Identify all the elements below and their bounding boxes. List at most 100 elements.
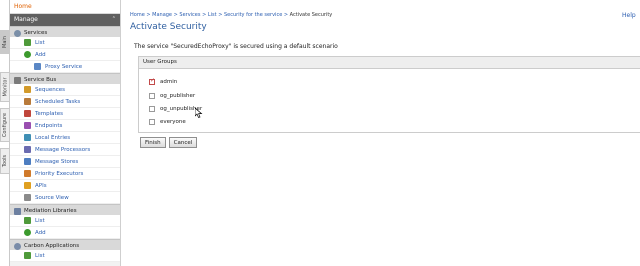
nav-item-templates[interactable]: Templates [10,108,120,120]
nav-item-label: List [35,217,45,224]
side-tabs: Main Monitor Configure Tools [0,0,10,266]
apis-icon [24,182,31,189]
breadcrumb-manage[interactable]: Manage [152,12,172,18]
nav-section-carbon-applications[interactable]: Carbon Applications [10,239,120,250]
user-groups-panel: User Groups admin og_publisher og_unpubl… [138,56,640,133]
nav-item-label: List [35,252,45,259]
nav-item-label: Templates [35,110,63,117]
nav-item-libraries-list[interactable]: List [10,215,120,227]
breadcrumb-list[interactable]: List [208,12,217,18]
message-stores-icon [24,158,31,165]
nav-item-sequences[interactable]: Sequences [10,84,120,96]
templates-icon [24,110,31,117]
nav-manage-header[interactable]: Manage ⌃ [10,14,120,26]
nav-item-apis[interactable]: APIs [10,180,120,192]
nav-item-priority-executors[interactable]: Priority Executors [10,168,120,180]
collapse-icon[interactable]: ⌃ [112,16,120,26]
nav-item-label: Sequences [35,86,65,93]
side-tab-monitor[interactable]: Monitor [0,72,10,102]
nav-item-scheduled-tasks[interactable]: Scheduled Tasks [10,96,120,108]
nav-item-carbon-list[interactable]: List [10,250,120,262]
nav-item-label: Add [35,229,46,236]
nav-item-services-list[interactable]: List [10,37,120,49]
checkbox-admin[interactable] [149,77,155,85]
finish-button[interactable]: Finish [140,137,166,148]
side-tab-tools[interactable]: Tools [0,148,10,174]
security-notice: The service "SecuredEchoProxy" is secure… [134,43,338,50]
nav-item-services-add[interactable]: Add [10,49,120,61]
checkbox-og-publisher[interactable] [149,93,155,99]
nav-home-link[interactable]: Home [10,0,120,14]
checkbox-og-unpublisher[interactable] [149,106,155,112]
priority-executors-icon [24,170,31,177]
sequences-icon [24,86,31,93]
side-tab-label: Configure [2,112,9,138]
side-tab-main[interactable]: Main [0,30,10,54]
nav-item-label: Local Entries [35,134,71,141]
carbon-applications-icon [14,242,21,250]
nav-section-label: Mediation Libraries [24,208,77,214]
user-group-label: og_publisher [160,93,196,99]
service-bus-icon [14,76,21,84]
nav-section-label: Service Bus [24,77,57,83]
checkbox-everyone[interactable] [149,119,155,125]
cancel-button[interactable]: Cancel [168,137,198,148]
side-tab-configure[interactable]: Configure [0,108,10,142]
nav-item-message-stores[interactable]: Message Stores [10,156,120,168]
services-gear-icon [14,29,21,37]
user-group-label: everyone [160,119,186,125]
nav-item-label: Message Processors [35,146,91,153]
nav-item-label: Add [35,51,46,58]
nav-item-label: List [35,39,45,46]
help-link[interactable]: Help [622,12,636,19]
nav-section-label: Carbon Applications [24,243,80,249]
nav-item-local-entries[interactable]: Local Entries [10,132,120,144]
main-content: Home > Manage > Services > List > Securi… [121,0,640,266]
app-window: Main Monitor Configure Tools Home Manage… [0,0,640,266]
left-navigation: Home Manage ⌃ Services List Add Proxy Se… [10,0,121,266]
nav-item-label: Message Stores [35,158,79,165]
add-icon [24,229,31,236]
page-title: Activate Security [130,22,207,32]
nav-item-libraries-add[interactable]: Add [10,227,120,239]
nav-section-service-bus[interactable]: Service Bus [10,73,120,84]
nav-section-mediation-libraries[interactable]: Mediation Libraries [10,204,120,215]
nav-item-source-view[interactable]: Source View [10,192,120,204]
mediation-libraries-icon [14,207,21,215]
list-icon [24,217,31,224]
user-group-row[interactable]: admin [149,77,178,85]
breadcrumb-security[interactable]: Security for the service [224,12,282,18]
side-tab-label: Tools [2,154,9,168]
user-groups-heading: User Groups [139,57,640,69]
mouse-cursor-icon [195,108,203,118]
scheduled-tasks-icon [24,98,31,105]
proxy-service-icon [34,63,41,70]
nav-item-proxy-service[interactable]: Proxy Service [10,61,120,73]
nav-item-label: Source View [35,194,69,201]
endpoints-icon [24,122,31,129]
nav-item-label: APIs [35,182,47,189]
list-icon [24,252,31,259]
user-group-label: admin [160,79,178,85]
user-group-row[interactable]: og_publisher [149,93,195,99]
breadcrumb-services[interactable]: Services [179,12,200,18]
nav-item-message-processors[interactable]: Message Processors [10,144,120,156]
side-tab-label: Monitor [2,77,9,97]
message-processors-icon [24,146,31,153]
nav-section-label: Services [24,30,48,36]
nav-section-services[interactable]: Services [10,26,120,37]
nav-item-endpoints[interactable]: Endpoints [10,120,120,132]
breadcrumb-home[interactable]: Home [130,12,145,18]
source-view-icon [24,194,31,201]
breadcrumb-current: Activate Security [289,12,333,18]
user-group-row[interactable]: everyone [149,119,186,125]
nav-manage-label: Manage [14,16,38,23]
add-icon [24,51,31,58]
nav-item-label: Scheduled Tasks [35,98,81,105]
list-icon [24,39,31,46]
breadcrumb: Home > Manage > Services > List > Securi… [130,12,333,18]
nav-item-label: Proxy Service [45,63,83,70]
side-tab-label: Main [2,36,8,48]
form-buttons: Finish Cancel [140,137,198,148]
local-entries-icon [24,134,31,141]
